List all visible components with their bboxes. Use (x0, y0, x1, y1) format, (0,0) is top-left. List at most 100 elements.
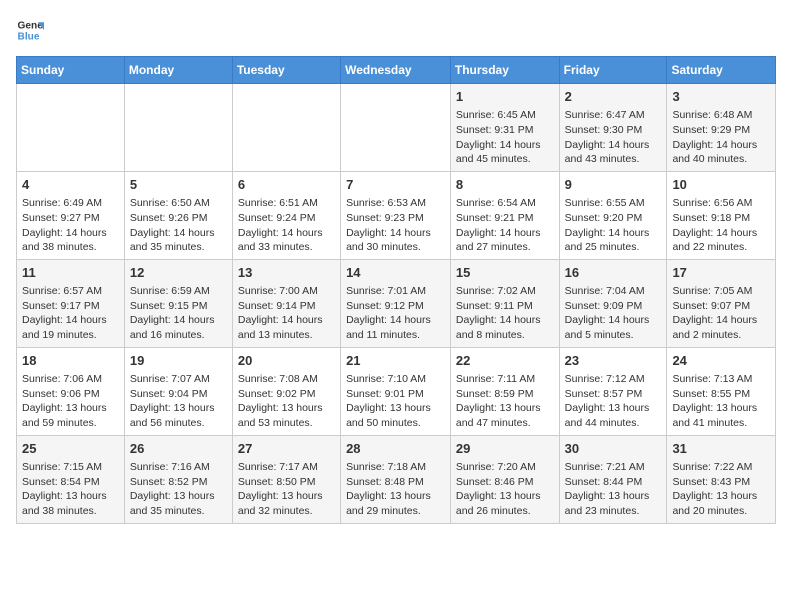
week-row-1: 1 Sunrise: 6:45 AM Sunset: 9:31 PM Daylig… (17, 84, 776, 172)
day-cell: 20 Sunrise: 7:08 AM Sunset: 9:02 PM Dayli… (232, 347, 340, 435)
day-number: 22 (456, 352, 554, 370)
day-header-friday: Friday (559, 57, 667, 84)
day-info: Sunrise: 7:05 AM Sunset: 9:07 PM Dayligh… (672, 284, 770, 343)
day-cell: 2 Sunrise: 6:47 AM Sunset: 9:30 PM Daylig… (559, 84, 667, 172)
day-cell: 5 Sunrise: 6:50 AM Sunset: 9:26 PM Daylig… (124, 171, 232, 259)
day-cell: 26Sunrise: 7:16 AM Sunset: 8:52 PM Dayli… (124, 435, 232, 523)
day-number: 12 (130, 264, 227, 282)
day-number: 4 (22, 176, 119, 194)
day-cell: 13Sunrise: 7:00 AM Sunset: 9:14 PM Dayli… (232, 259, 340, 347)
day-cell: 21 Sunrise: 7:10 AM Sunset: 9:01 PM Dayli… (341, 347, 451, 435)
day-info: Sunrise: 7:01 AM Sunset: 9:12 PM Dayligh… (346, 284, 445, 343)
day-number: 1 (456, 88, 554, 106)
day-info: Sunrise: 7:22 AM Sunset: 8:43 PM Dayligh… (672, 460, 770, 519)
day-info: Sunrise: 7:10 AM Sunset: 9:01 PM Dayligh… (346, 372, 445, 431)
day-info: Sunrise: 6:57 AM Sunset: 9:17 PM Dayligh… (22, 284, 119, 343)
logo: General Blue (16, 16, 48, 44)
day-info: Sunrise: 6:53 AM Sunset: 9:23 PM Dayligh… (346, 196, 445, 255)
week-row-4: 18 Sunrise: 7:06 AM Sunset: 9:06 PM Dayli… (17, 347, 776, 435)
svg-text:Blue: Blue (18, 31, 40, 42)
day-info: Sunrise: 7:18 AM Sunset: 8:48 PM Dayligh… (346, 460, 445, 519)
day-info: Sunrise: 6:51 AM Sunset: 9:24 PM Dayligh… (238, 196, 335, 255)
day-info: Sunrise: 7:17 AM Sunset: 8:50 PM Dayligh… (238, 460, 335, 519)
day-cell (124, 84, 232, 172)
day-info: Sunrise: 7:06 AM Sunset: 9:06 PM Dayligh… (22, 372, 119, 431)
day-number: 3 (672, 88, 770, 106)
day-cell: 24Sunrise: 7:13 AM Sunset: 8:55 PM Dayli… (667, 347, 776, 435)
day-cell: 10 Sunrise: 6:56 AM Sunset: 9:18 PM Dayli… (667, 171, 776, 259)
day-info: Sunrise: 7:15 AM Sunset: 8:54 PM Dayligh… (22, 460, 119, 519)
day-number: 8 (456, 176, 554, 194)
day-number: 18 (22, 352, 119, 370)
day-number: 26 (130, 440, 227, 458)
page-header: General Blue (16, 16, 776, 44)
day-cell: 23 Sunrise: 7:12 AM Sunset: 8:57 PM Dayli… (559, 347, 667, 435)
day-cell: 4Sunrise: 6:49 AM Sunset: 9:27 PM Daylig… (17, 171, 125, 259)
week-row-5: 25Sunrise: 7:15 AM Sunset: 8:54 PM Dayli… (17, 435, 776, 523)
day-number: 21 (346, 352, 445, 370)
day-number: 30 (565, 440, 662, 458)
day-number: 9 (565, 176, 662, 194)
day-number: 10 (672, 176, 770, 194)
day-number: 11 (22, 264, 119, 282)
day-info: Sunrise: 7:02 AM Sunset: 9:11 PM Dayligh… (456, 284, 554, 343)
day-header-tuesday: Tuesday (232, 57, 340, 84)
svg-text:General: General (18, 20, 44, 31)
week-row-3: 11 Sunrise: 6:57 AM Sunset: 9:17 PM Dayli… (17, 259, 776, 347)
logo-icon: General Blue (16, 16, 44, 44)
day-cell: 12 Sunrise: 6:59 AM Sunset: 9:15 PM Dayli… (124, 259, 232, 347)
day-number: 15 (456, 264, 554, 282)
day-cell: 16 Sunrise: 7:04 AM Sunset: 9:09 PM Dayli… (559, 259, 667, 347)
day-number: 28 (346, 440, 445, 458)
day-cell: 17 Sunrise: 7:05 AM Sunset: 9:07 PM Dayli… (667, 259, 776, 347)
day-number: 29 (456, 440, 554, 458)
day-info: Sunrise: 6:54 AM Sunset: 9:21 PM Dayligh… (456, 196, 554, 255)
day-number: 23 (565, 352, 662, 370)
day-info: Sunrise: 7:04 AM Sunset: 9:09 PM Dayligh… (565, 284, 662, 343)
day-info: Sunrise: 6:47 AM Sunset: 9:30 PM Dayligh… (565, 108, 662, 167)
day-info: Sunrise: 7:08 AM Sunset: 9:02 PM Dayligh… (238, 372, 335, 431)
day-cell: 6Sunrise: 6:51 AM Sunset: 9:24 PM Daylig… (232, 171, 340, 259)
day-header-thursday: Thursday (450, 57, 559, 84)
day-number: 27 (238, 440, 335, 458)
day-number: 7 (346, 176, 445, 194)
day-cell: 8 Sunrise: 6:54 AM Sunset: 9:21 PM Daylig… (450, 171, 559, 259)
day-header-monday: Monday (124, 57, 232, 84)
day-header-sunday: Sunday (17, 57, 125, 84)
day-info: Sunrise: 6:56 AM Sunset: 9:18 PM Dayligh… (672, 196, 770, 255)
day-cell: 15 Sunrise: 7:02 AM Sunset: 9:11 PM Dayli… (450, 259, 559, 347)
day-number: 31 (672, 440, 770, 458)
day-info: Sunrise: 6:48 AM Sunset: 9:29 PM Dayligh… (672, 108, 770, 167)
day-cell: 7 Sunrise: 6:53 AM Sunset: 9:23 PM Daylig… (341, 171, 451, 259)
day-cell (341, 84, 451, 172)
day-cell: 18 Sunrise: 7:06 AM Sunset: 9:06 PM Dayli… (17, 347, 125, 435)
day-cell: 1 Sunrise: 6:45 AM Sunset: 9:31 PM Daylig… (450, 84, 559, 172)
day-number: 16 (565, 264, 662, 282)
day-cell: 14 Sunrise: 7:01 AM Sunset: 9:12 PM Dayli… (341, 259, 451, 347)
day-cell (17, 84, 125, 172)
day-number: 5 (130, 176, 227, 194)
day-info: Sunrise: 6:50 AM Sunset: 9:26 PM Dayligh… (130, 196, 227, 255)
day-cell: 31 Sunrise: 7:22 AM Sunset: 8:43 PM Dayli… (667, 435, 776, 523)
day-info: Sunrise: 6:45 AM Sunset: 9:31 PM Dayligh… (456, 108, 554, 167)
day-info: Sunrise: 7:13 AM Sunset: 8:55 PM Dayligh… (672, 372, 770, 431)
day-number: 2 (565, 88, 662, 106)
day-number: 17 (672, 264, 770, 282)
day-cell: 11 Sunrise: 6:57 AM Sunset: 9:17 PM Dayli… (17, 259, 125, 347)
day-info: Sunrise: 7:12 AM Sunset: 8:57 PM Dayligh… (565, 372, 662, 431)
calendar-table: SundayMondayTuesdayWednesdayThursdayFrid… (16, 56, 776, 524)
day-cell: 30Sunrise: 7:21 AM Sunset: 8:44 PM Dayli… (559, 435, 667, 523)
day-info: Sunrise: 7:20 AM Sunset: 8:46 PM Dayligh… (456, 460, 554, 519)
day-cell: 3 Sunrise: 6:48 AM Sunset: 9:29 PM Daylig… (667, 84, 776, 172)
day-number: 13 (238, 264, 335, 282)
day-number: 14 (346, 264, 445, 282)
day-cell: 27 Sunrise: 7:17 AM Sunset: 8:50 PM Dayli… (232, 435, 340, 523)
day-cell: 22 Sunrise: 7:11 AM Sunset: 8:59 PM Dayli… (450, 347, 559, 435)
day-header-saturday: Saturday (667, 57, 776, 84)
day-info: Sunrise: 6:55 AM Sunset: 9:20 PM Dayligh… (565, 196, 662, 255)
day-number: 20 (238, 352, 335, 370)
day-info: Sunrise: 7:11 AM Sunset: 8:59 PM Dayligh… (456, 372, 554, 431)
day-info: Sunrise: 6:59 AM Sunset: 9:15 PM Dayligh… (130, 284, 227, 343)
header-row: SundayMondayTuesdayWednesdayThursdayFrid… (17, 57, 776, 84)
day-cell (232, 84, 340, 172)
